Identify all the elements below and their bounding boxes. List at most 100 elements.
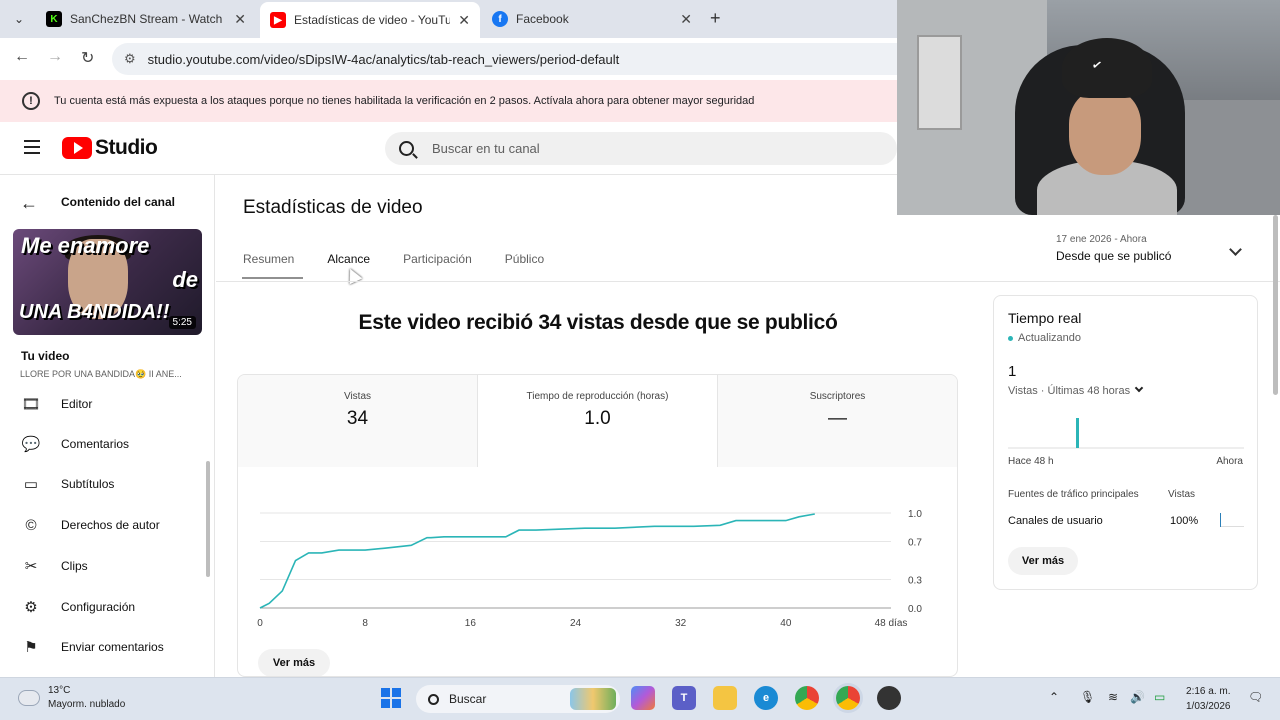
sidebar-item-copyright[interactable]: © Derechos de autor xyxy=(0,507,205,543)
realtime-see-more-button[interactable]: Ver más xyxy=(1008,547,1078,575)
webcam-door xyxy=(917,35,962,130)
realtime-mini-chart xyxy=(1008,418,1244,449)
battery-icon[interactable]: ▭ xyxy=(1154,690,1165,704)
channel-search-input[interactable]: Buscar en tu canal xyxy=(385,132,897,165)
sidebar-item-label: Clips xyxy=(61,559,88,573)
reload-icon[interactable]: ↻ xyxy=(81,48,94,68)
new-tab-plus-icon[interactable]: + xyxy=(710,8,721,29)
stat-label: Vistas xyxy=(343,391,372,402)
weather-widget[interactable]: 13°C Mayorm. nublado xyxy=(15,684,125,712)
browser-tab-facebook[interactable]: f Facebook ✕ xyxy=(482,4,702,34)
subtitles-icon: ▭ xyxy=(23,476,39,493)
microphone-icon[interactable]: 🎙 xyxy=(1080,690,1095,704)
y-tick-label: 0.7 xyxy=(908,538,922,549)
tab-title: Estadísticas de video - YouTube Studio xyxy=(294,13,451,27)
realtime-card: Tiempo real Actualizando 1 Vistas · Últi… xyxy=(993,295,1258,590)
notification-icon[interactable]: 🗨 xyxy=(1248,690,1263,704)
sidebar-item-label: Derechos de autor xyxy=(61,518,160,532)
youtube-studio-logo[interactable]: Studio xyxy=(62,136,158,160)
x-tick-label: 40 xyxy=(780,618,792,629)
stat-value: 1.0 xyxy=(584,408,611,429)
copilot-icon[interactable] xyxy=(631,686,655,710)
cloudy-weather-icon xyxy=(15,684,40,706)
gear-icon: ⚙ xyxy=(24,599,38,616)
period-selector[interactable]: 17 ene 2026 - Ahora Desde que se publicó xyxy=(1056,234,1242,263)
realtime-title: Tiempo real xyxy=(1008,310,1082,326)
sidebar-item-label: Configuración xyxy=(61,600,136,614)
x-tick-label: 0 xyxy=(257,618,263,629)
thumbnail-text-line2: de xyxy=(172,267,198,292)
traffic-source-bar xyxy=(1220,513,1244,527)
system-clock[interactable]: 2:16 a. m. 1/03/2026 xyxy=(1186,684,1231,714)
stat-watch-time[interactable]: Tiempo de reproducción (horas) 1.0 xyxy=(478,375,718,467)
main-scrollbar[interactable] xyxy=(1273,215,1278,395)
your-video-label: Tu video xyxy=(21,349,70,363)
x-tick-label: 16 xyxy=(465,618,477,629)
tab-list-chevron-icon[interactable]: ⌄ xyxy=(8,8,30,30)
stat-subscribers[interactable]: Suscriptores — xyxy=(718,375,957,467)
y-tick-label: 0.0 xyxy=(908,604,922,615)
close-tab-icon[interactable]: ✕ xyxy=(680,11,692,28)
back-arrow-icon[interactable]: ← xyxy=(14,48,30,66)
realtime-metric-selector[interactable]: Vistas · Últimas 48 horas xyxy=(1008,383,1144,397)
taskbar-search[interactable]: Buscar xyxy=(416,685,620,713)
traffic-source-views: 100% xyxy=(1170,515,1199,527)
realtime-count: 1 xyxy=(1008,363,1017,380)
x-tick-label: 32 xyxy=(675,618,687,629)
traffic-source-name: Canales de usuario xyxy=(1008,515,1103,527)
file-explorer-icon[interactable] xyxy=(713,686,737,710)
sidebar-scrollbar[interactable] xyxy=(206,461,210,577)
y-tick-label: 0.3 xyxy=(908,576,922,587)
sidebar: ← Contenido del canal Me enamore de UNA … xyxy=(0,175,215,677)
site-settings-icon[interactable]: ⚙ xyxy=(124,51,136,67)
banner-text: Tu cuenta está más expuesta a los ataque… xyxy=(54,95,755,107)
taskbar-search-label: Buscar xyxy=(449,692,487,706)
sidebar-item-clips[interactable]: ✂ Clips xyxy=(0,548,205,584)
scissors-icon: ✂ xyxy=(24,558,38,575)
stat-value: 34 xyxy=(346,408,369,429)
sidebar-item-feedback[interactable]: ⚑ Enviar comentarios xyxy=(0,629,205,665)
stat-label: Tiempo de reproducción (horas) xyxy=(526,391,669,402)
close-tab-icon[interactable]: ✕ xyxy=(234,11,246,28)
video-thumbnail[interactable]: Me enamore de UNA B4NDIDA!! 5:25 xyxy=(13,229,202,335)
see-more-button[interactable]: Ver más xyxy=(258,649,330,676)
tab-overview[interactable]: Resumen xyxy=(241,252,304,279)
channel-content-link[interactable]: Contenido del canal xyxy=(61,195,175,209)
stats-card: Vistas 34 Tiempo de reproducción (horas)… xyxy=(237,374,958,677)
period-range: 17 ene 2026 - Ahora xyxy=(1056,234,1147,245)
clock-date: 1/03/2026 xyxy=(1186,701,1231,712)
stat-value: — xyxy=(828,408,847,429)
realtime-subtitle: Vistas · Últimas 48 horas xyxy=(1008,385,1131,397)
browser-tab-kick[interactable]: K SanChezBN Stream - Watch Live ✕ xyxy=(36,4,256,34)
forward-arrow-icon[interactable]: → xyxy=(47,48,63,66)
x-tick-label: 48 días xyxy=(875,618,908,629)
x-tick-label: 8 xyxy=(362,618,368,629)
watch-time-chart: 1.0 0.7 0.3 0.0 0 8 16 24 32 40 48 días xyxy=(257,509,922,629)
windows-start-icon[interactable] xyxy=(381,688,401,708)
chrome-icon[interactable] xyxy=(795,686,819,710)
tab-audience[interactable]: Público xyxy=(505,252,544,266)
menu-icon[interactable] xyxy=(24,140,40,154)
search-highlight-image xyxy=(570,688,616,710)
tab-title: Facebook xyxy=(516,12,569,26)
teams-icon[interactable]: T xyxy=(672,686,696,710)
sidebar-item-editor[interactable]: 🎞 Editor xyxy=(0,386,205,422)
sidebar-item-subtitles[interactable]: ▭ Subtítulos xyxy=(0,466,205,502)
tab-engagement[interactable]: Participación xyxy=(403,252,472,266)
sidebar-item-settings[interactable]: ⚙ Configuración xyxy=(0,589,205,625)
chevron-up-icon[interactable]: ⌃ xyxy=(1049,690,1059,704)
close-tab-icon[interactable]: ✕ xyxy=(458,12,470,29)
sidebar-item-label: Enviar comentarios xyxy=(61,640,164,654)
browser-tab-youtube-studio[interactable]: ▶ Estadísticas de video - YouTube Studio… xyxy=(260,2,480,38)
back-arrow-icon[interactable]: ← xyxy=(20,193,38,214)
url-field[interactable]: ⚙ studio.youtube.com/video/sDipsIW-4ac/a… xyxy=(112,43,1012,75)
sidebar-item-comments[interactable]: 💬 Comentarios xyxy=(0,426,205,462)
search-icon xyxy=(428,693,439,705)
tab-reach[interactable]: Alcance xyxy=(327,252,370,266)
edge-icon[interactable]: e xyxy=(754,686,778,710)
wifi-icon[interactable]: ≋ xyxy=(1108,690,1118,704)
speaker-icon[interactable]: 🔊 xyxy=(1130,690,1145,704)
obs-icon[interactable] xyxy=(877,686,901,710)
stat-views[interactable]: Vistas 34 xyxy=(238,375,478,467)
chrome-profile-icon[interactable] xyxy=(836,686,860,710)
